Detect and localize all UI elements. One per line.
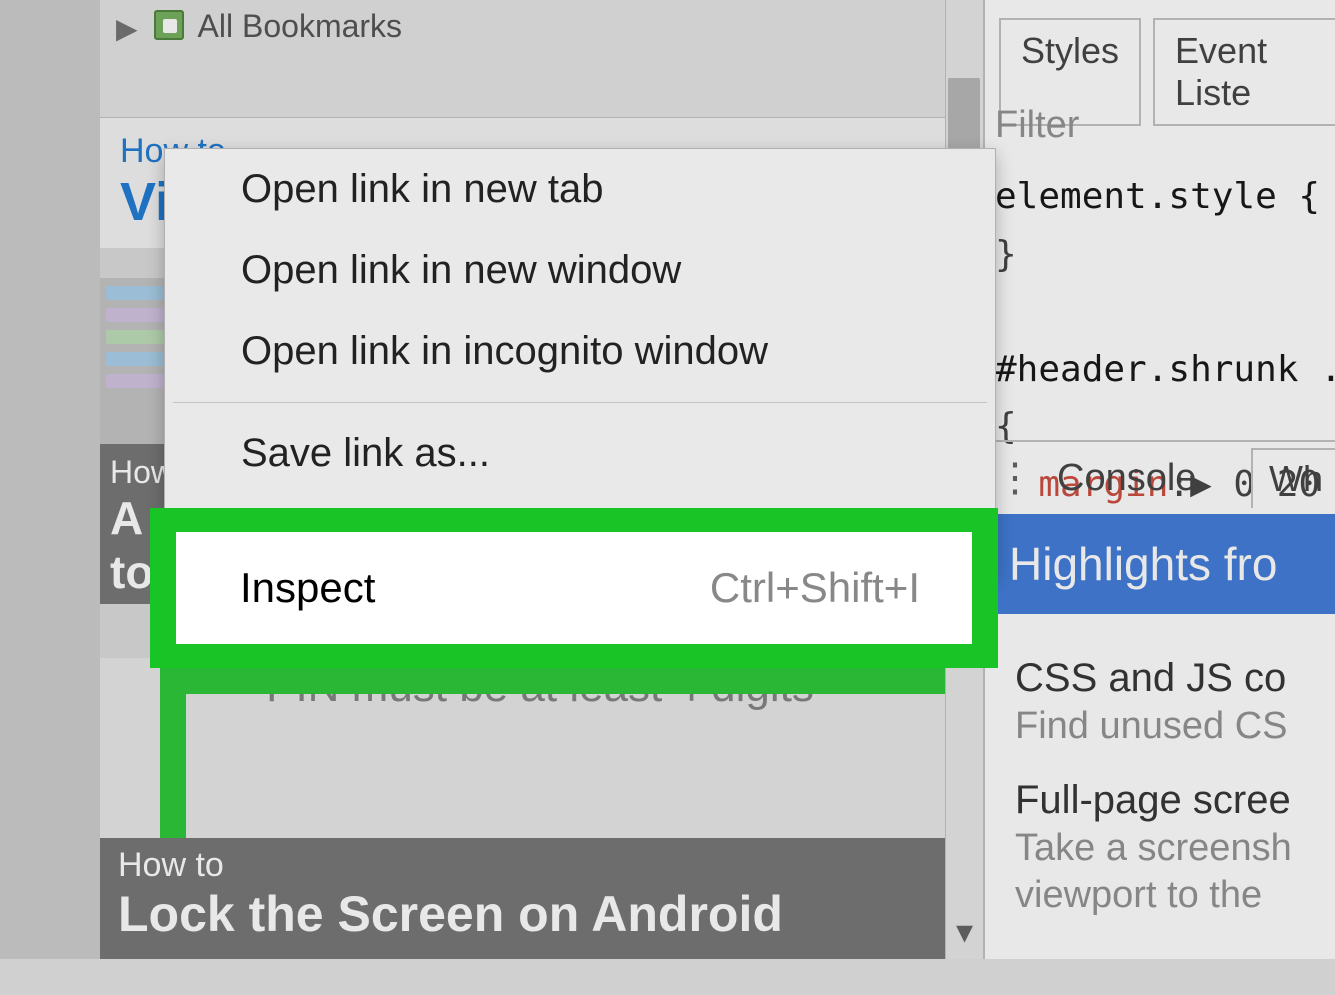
bottom-strip: [0, 959, 1335, 995]
whatsnew-highlights-header: Highlights fro: [985, 514, 1335, 614]
ctx-open-new-window[interactable]: Open link in new window: [165, 230, 995, 311]
tab-whatsnew[interactable]: Wh: [1251, 448, 1335, 508]
bookmarks-bar[interactable]: ▶ All Bookmarks: [100, 0, 980, 118]
bookmarks-folder-icon: [154, 10, 184, 40]
styles-filter-input[interactable]: Filter: [995, 104, 1079, 147]
ctx-open-incognito[interactable]: Open link in incognito window: [165, 311, 995, 392]
ctx-open-new-tab[interactable]: Open link in new tab: [165, 149, 995, 230]
whatsnew-item-sub: Take a screensh: [1015, 827, 1335, 870]
ctx-inspect[interactable]: Inspect Ctrl+Shift+I: [176, 532, 972, 644]
whatsnew-item-title[interactable]: CSS and JS co: [1015, 656, 1335, 701]
bookmarks-item-label[interactable]: All Bookmarks: [198, 8, 403, 45]
tab-event-listeners[interactable]: Event Liste: [1153, 18, 1335, 126]
whatsnew-items: CSS and JS co Find unused CS Full-page s…: [1015, 650, 1335, 947]
ctx-separator: [173, 402, 987, 403]
devtools-drawer-bar: ⋮ Console Wh: [985, 440, 1335, 514]
card-line: How: [110, 454, 170, 491]
ctx-inspect-shortcut: Ctrl+Shift+I: [710, 564, 920, 612]
ctx-save-link-as[interactable]: Save link as...: [165, 413, 995, 494]
expand-triangle-icon[interactable]: ▶: [116, 12, 138, 45]
card-title: Lock the Screen on Android: [118, 885, 962, 943]
ctx-inspect-label: Inspect: [240, 564, 375, 612]
related-article-card-2[interactable]: PIN must be at least 4 digits How to Loc…: [100, 640, 980, 960]
whatsnew-item-title[interactable]: Full-page scree: [1015, 778, 1335, 823]
tab-console[interactable]: Console: [1057, 457, 1196, 500]
card-overlay: How to Lock the Screen on Android: [100, 838, 980, 960]
scrollbar-down-icon[interactable]: ▾: [946, 912, 983, 952]
whatsnew-item-sub: Find unused CS: [1015, 705, 1335, 748]
whatsnew-item-sub: viewport to the: [1015, 874, 1335, 917]
card-howto: How to: [118, 846, 962, 885]
devtools-panel: Styles Event Liste Filter element.style …: [983, 0, 1335, 960]
ctx-inspect-highlight: Inspect Ctrl+Shift+I: [150, 508, 998, 668]
